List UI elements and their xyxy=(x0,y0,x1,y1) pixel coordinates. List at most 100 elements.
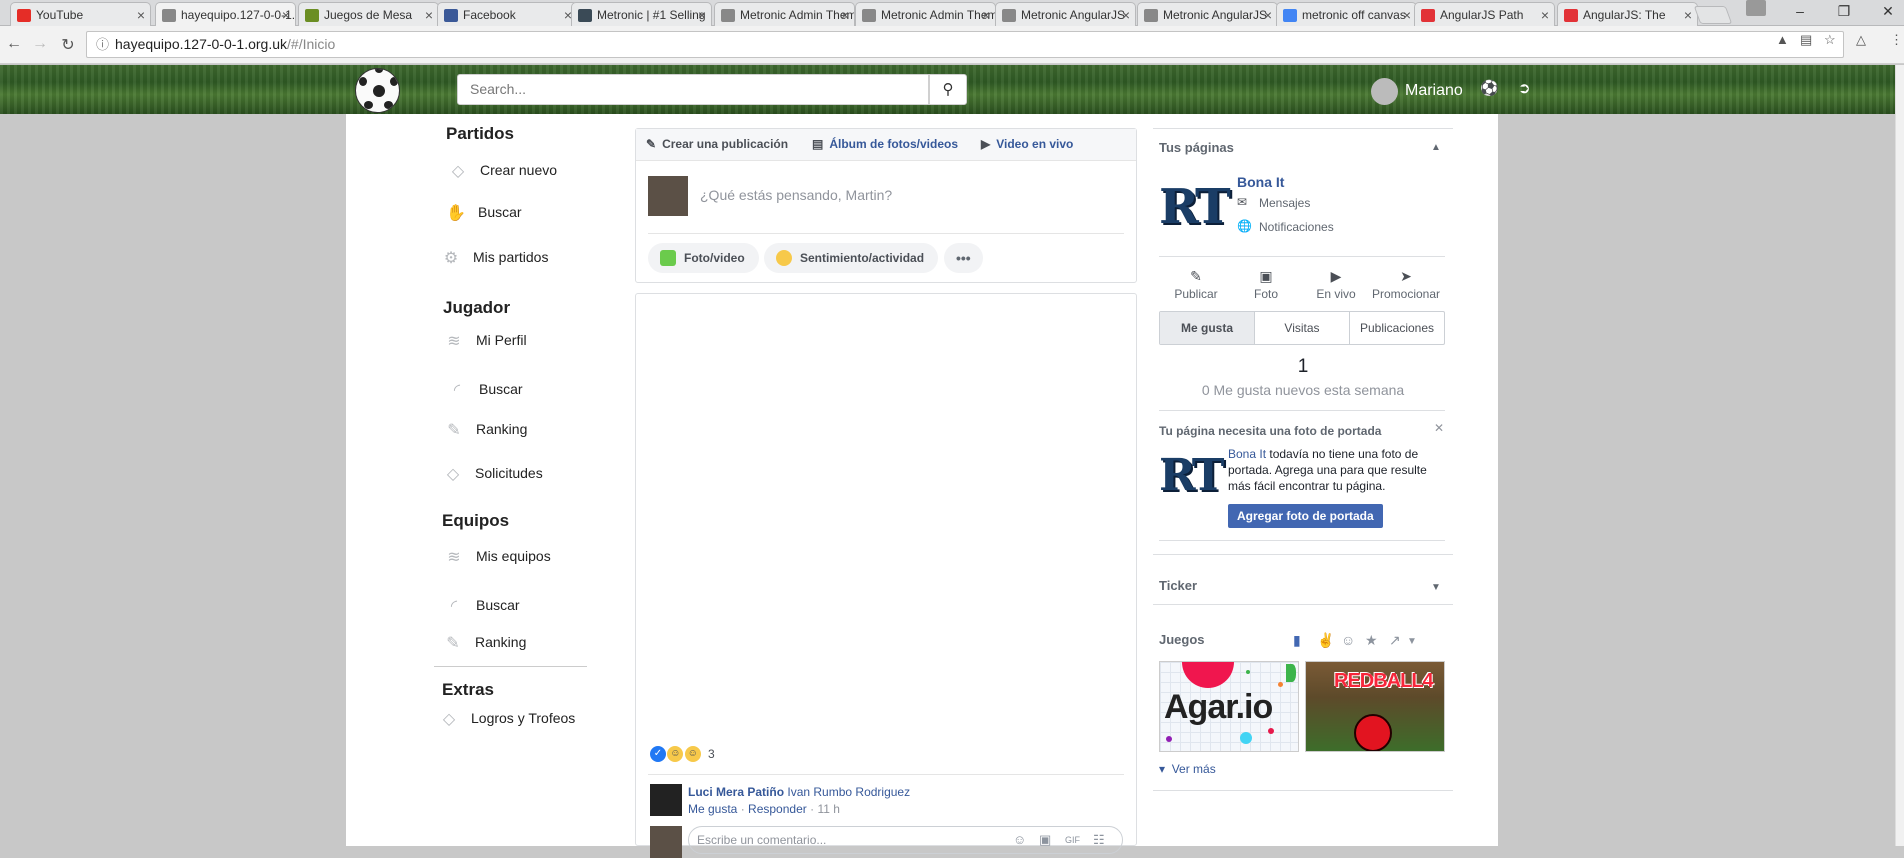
page-logo[interactable]: RT xyxy=(1159,446,1225,506)
star-icon[interactable]: ☆ xyxy=(1824,32,1836,48)
browser-tab[interactable]: Metronic | #1 Selling × xyxy=(571,2,712,26)
close-tab-icon[interactable]: × xyxy=(1122,3,1130,26)
game-thumbnail-agario[interactable]: Agar.io xyxy=(1159,661,1299,752)
search-button[interactable]: ⚲ xyxy=(929,74,967,105)
more-options-button[interactable]: ••• xyxy=(944,243,983,273)
close-window-icon[interactable]: ✕ xyxy=(1870,0,1904,22)
sidebar-item[interactable]: ≋ Mis equipos xyxy=(447,548,550,566)
tab-photo-album[interactable]: ▤ Álbum de fotos/videos xyxy=(812,137,958,151)
sidebar-item[interactable]: ✋ Buscar xyxy=(446,204,522,222)
close-icon[interactable]: ✕ xyxy=(1434,421,1444,435)
minimize-icon[interactable]: – xyxy=(1782,0,1818,22)
close-tab-icon[interactable]: × xyxy=(137,3,145,26)
close-tab-icon[interactable]: × xyxy=(841,3,849,26)
browser-tab[interactable]: Juegos de Mesa × xyxy=(298,2,439,26)
profile-icon[interactable] xyxy=(1746,0,1766,16)
camera-icon[interactable]: ▣ xyxy=(1039,827,1051,853)
promote-action[interactable]: ➤ Promocionar xyxy=(1371,268,1441,301)
comment-author[interactable]: Luci Mera Patiño xyxy=(688,785,784,799)
scrollbar[interactable] xyxy=(1895,65,1904,846)
chevron-down-icon[interactable]: ▼ xyxy=(1407,636,1417,647)
messages-link[interactable]: ✉ Mensajes xyxy=(1237,195,1310,210)
close-tab-icon[interactable]: × xyxy=(1684,3,1692,26)
emoji-icon[interactable]: ☺ xyxy=(1013,827,1026,853)
segment-likes[interactable]: Me gusta xyxy=(1160,312,1255,344)
browser-tab[interactable]: YouTube × xyxy=(10,2,151,26)
close-tab-icon[interactable]: × xyxy=(282,3,290,27)
close-tab-icon[interactable]: × xyxy=(1403,3,1411,26)
collapse-caret-icon[interactable]: ▲ xyxy=(1431,142,1441,153)
close-tab-icon[interactable]: × xyxy=(1264,3,1272,26)
browser-tab[interactable]: hayequipo.127-0-0-1.org.uk× xyxy=(155,2,296,27)
photo-video-button[interactable]: Foto/video xyxy=(648,243,759,273)
sidebar-item[interactable]: ◇ Solicitudes xyxy=(447,465,543,483)
logout-icon[interactable]: ➲ xyxy=(1518,79,1531,97)
add-cover-photo-button[interactable]: Agregar foto de portada xyxy=(1228,504,1383,528)
sidebar-item[interactable]: ≋ Mi Perfil xyxy=(447,332,526,350)
games-title[interactable]: Juegos xyxy=(1159,632,1205,647)
ticker-title[interactable]: Ticker xyxy=(1159,578,1197,593)
photo-action[interactable]: ▣ Foto xyxy=(1231,268,1301,301)
sidebar-item[interactable]: ◇ Crear nuevo xyxy=(452,162,557,180)
comment-mention[interactable]: Ivan Rumbo Rodriguez xyxy=(787,785,910,799)
expand-caret-icon[interactable]: ▼ xyxy=(1431,582,1441,593)
sidebar-item[interactable]: ✎ Ranking xyxy=(447,421,527,439)
sidebar-item[interactable]: ◜ Buscar xyxy=(451,597,520,615)
address-input[interactable]: ⓘ hayequipo.127-0-0-1.org.uk/#/Inicio xyxy=(86,31,1844,58)
live-action[interactable]: ▶ En vivo xyxy=(1301,268,1371,301)
feeling-activity-button[interactable]: Sentimiento/actividad xyxy=(764,243,939,273)
see-more-link[interactable]: ▾ Ver más xyxy=(1159,762,1216,776)
reply-link[interactable]: Responder xyxy=(748,802,807,816)
comment-time[interactable]: 11 h xyxy=(817,802,839,816)
comment-input[interactable]: Escribe un comentario... ☺ ▣ GIF ☷ xyxy=(688,826,1123,854)
pages-title[interactable]: Tus páginas xyxy=(1159,140,1234,155)
browser-tab[interactable]: metronic off canvas × xyxy=(1276,2,1417,26)
tab-create-post[interactable]: ✎ Crear una publicación xyxy=(646,137,788,151)
notifications-link[interactable]: 🌐 Notificaciones xyxy=(1237,219,1334,234)
trending-icon[interactable]: ↗ xyxy=(1389,632,1401,649)
reload-icon[interactable]: ↻ xyxy=(58,35,78,55)
browser-tab[interactable]: Facebook × xyxy=(437,2,578,26)
close-tab-icon[interactable]: × xyxy=(698,3,706,26)
sidebar-item[interactable]: ⚙ Mis partidos xyxy=(444,249,549,267)
soccer-ball-icon[interactable]: ⚽ xyxy=(1480,79,1499,97)
close-tab-icon[interactable]: × xyxy=(425,3,433,26)
browser-tab[interactable]: Metronic AngularJS × xyxy=(995,2,1136,26)
like-link[interactable]: Me gusta xyxy=(688,802,737,816)
friends-icon[interactable]: ☺ xyxy=(1341,632,1355,648)
browser-tab[interactable]: Metronic Admin Theme × xyxy=(855,2,996,26)
sticker-icon[interactable]: ☷ xyxy=(1093,827,1105,853)
game-thumbnail-redball[interactable]: REDBALL4 xyxy=(1305,661,1445,752)
browser-tab[interactable]: Metronic Admin Theme × xyxy=(714,2,855,26)
thumbs-up-icon[interactable]: ✌ xyxy=(1317,632,1334,649)
gif-icon[interactable]: GIF xyxy=(1065,827,1080,853)
sidebar-item[interactable]: ✎ Ranking xyxy=(446,634,526,652)
cover-page-name[interactable]: Bona It xyxy=(1228,447,1266,461)
page-logo[interactable]: RT xyxy=(1159,175,1231,239)
sidebar-item[interactable]: ◇ Logros y Trofeos xyxy=(443,710,575,728)
soccer-ball-logo[interactable] xyxy=(355,68,400,113)
segment-posts[interactable]: Publicaciones xyxy=(1350,312,1444,344)
reactions-summary[interactable]: ✓ ☺ ☺ 3 xyxy=(650,746,715,762)
publish-action[interactable]: ✎ Publicar xyxy=(1161,268,1231,301)
pin-icon[interactable]: ▲ xyxy=(1776,32,1789,47)
browser-tab[interactable]: AngularJS Path × xyxy=(1414,2,1555,26)
restore-icon[interactable]: ❐ xyxy=(1826,0,1862,22)
browser-tab[interactable]: AngularJS: The × xyxy=(1557,2,1698,26)
new-tab-button[interactable] xyxy=(1693,6,1733,24)
close-tab-icon[interactable]: × xyxy=(982,3,990,26)
page-name[interactable]: Bona It xyxy=(1237,174,1284,190)
segment-visits[interactable]: Visitas xyxy=(1255,312,1350,344)
bookmark-icon[interactable]: ▮ xyxy=(1293,632,1301,649)
forward-arrow-icon[interactable]: → xyxy=(30,35,50,53)
sidebar-item[interactable]: ◜ Buscar xyxy=(454,381,523,399)
tab-live-video[interactable]: ▶ Video en vivo xyxy=(981,137,1073,151)
star-badge-icon[interactable]: ★ xyxy=(1365,632,1378,649)
angular-extension-icon[interactable]: △ xyxy=(1856,32,1866,48)
user-menu[interactable]: Mariano xyxy=(1371,78,1463,105)
composer-input[interactable]: ¿Qué estás pensando, Martin? xyxy=(700,187,892,203)
back-arrow-icon[interactable]: ← xyxy=(4,35,24,53)
close-tab-icon[interactable]: × xyxy=(1541,3,1549,26)
translate-icon[interactable]: ▤ xyxy=(1800,32,1812,48)
menu-icon[interactable]: ⋮ xyxy=(1890,32,1903,48)
